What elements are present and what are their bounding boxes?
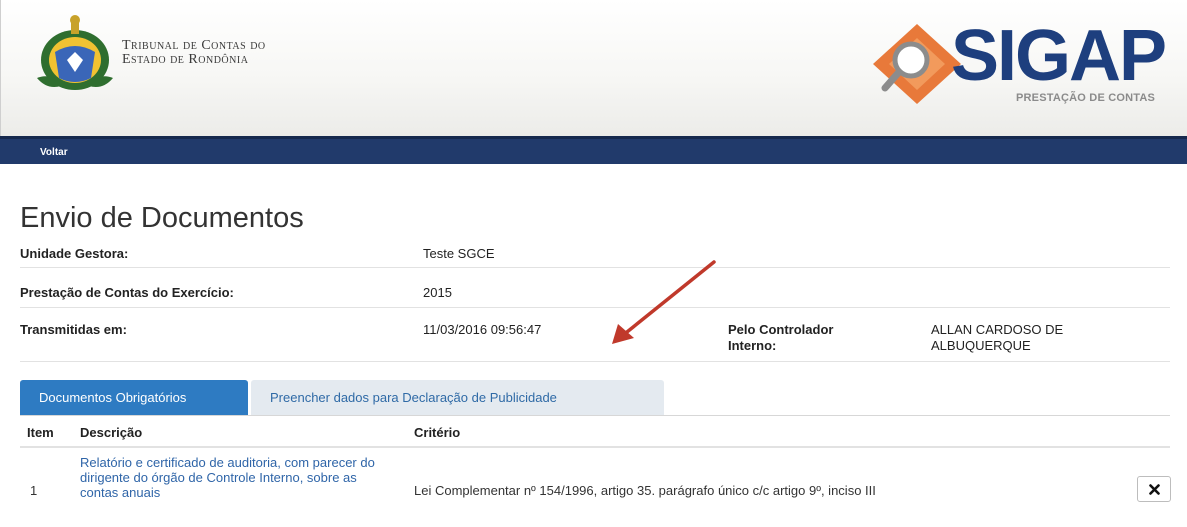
controlador-value-line-2: ALBUQUERQUE bbox=[931, 338, 1031, 353]
column-header-item: Item bbox=[27, 425, 54, 440]
site-header: Tribunal de Contas do Estado de Rondônia… bbox=[0, 0, 1187, 136]
organization-name: Tribunal de Contas do Estado de Rondônia bbox=[122, 39, 266, 67]
row-item-number: 1 bbox=[30, 483, 38, 498]
transmitidas-value: 11/03/2016 09:56:47 bbox=[423, 322, 542, 337]
unidade-gestora-value: Teste SGCE bbox=[423, 246, 495, 261]
back-link[interactable]: Voltar bbox=[40, 147, 68, 158]
column-header-criterio: Critério bbox=[414, 425, 461, 440]
delete-button[interactable] bbox=[1137, 476, 1171, 502]
exercicio-value: 2015 bbox=[423, 285, 452, 300]
exercicio-label: Prestação de Contas do Exercício: bbox=[20, 285, 234, 300]
controlador-label-line-1: Pelo Controlador bbox=[728, 322, 834, 337]
unidade-gestora-label: Unidade Gestora: bbox=[20, 246, 129, 261]
page-title: Envio de Documentos bbox=[20, 202, 304, 234]
row-description-link[interactable]: Relatório e certificado de auditoria, co… bbox=[80, 455, 380, 500]
info-row-transmissao: Transmitidas em: 11/03/2016 09:56:47 Pel… bbox=[20, 322, 1170, 362]
controlador-label-line-2: Interno: bbox=[728, 338, 777, 353]
organization-name-line-1: Tribunal de Contas do bbox=[122, 38, 266, 53]
tab-documentos-obrigatorios[interactable]: Documentos Obrigatórios bbox=[20, 380, 248, 415]
main-navbar: Voltar bbox=[0, 136, 1187, 164]
info-row-exercicio: Prestação de Contas do Exercício: 2015 bbox=[20, 285, 1170, 308]
sigap-logo-subtitle: PRESTAÇÃO DE CONTAS bbox=[1016, 92, 1156, 104]
organization-name-line-2: Estado de Rondônia bbox=[122, 52, 249, 67]
row-criterio: Lei Complementar nº 154/1996, artigo 35.… bbox=[414, 483, 876, 498]
controlador-value: ALLAN CARDOSO DE ALBUQUERQUE bbox=[931, 322, 1063, 354]
close-icon bbox=[1149, 484, 1160, 495]
table-header-divider bbox=[20, 446, 1170, 448]
coat-of-arms-icon bbox=[37, 15, 113, 90]
tab-bar: Documentos Obrigatórios Preencher dados … bbox=[20, 380, 1170, 416]
column-header-descricao: Descrição bbox=[80, 425, 143, 440]
tab-declaracao-publicidade[interactable]: Preencher dados para Declaração de Publi… bbox=[251, 380, 664, 415]
sigap-logo-text: SIGAP bbox=[951, 16, 1167, 96]
controlador-value-line-1: ALLAN CARDOSO DE bbox=[931, 322, 1064, 337]
controlador-label: Pelo Controlador Interno: bbox=[728, 322, 833, 354]
transmitidas-label: Transmitidas em: bbox=[20, 322, 127, 337]
info-row-unidade-gestora: Unidade Gestora: Teste SGCE bbox=[20, 246, 1170, 268]
